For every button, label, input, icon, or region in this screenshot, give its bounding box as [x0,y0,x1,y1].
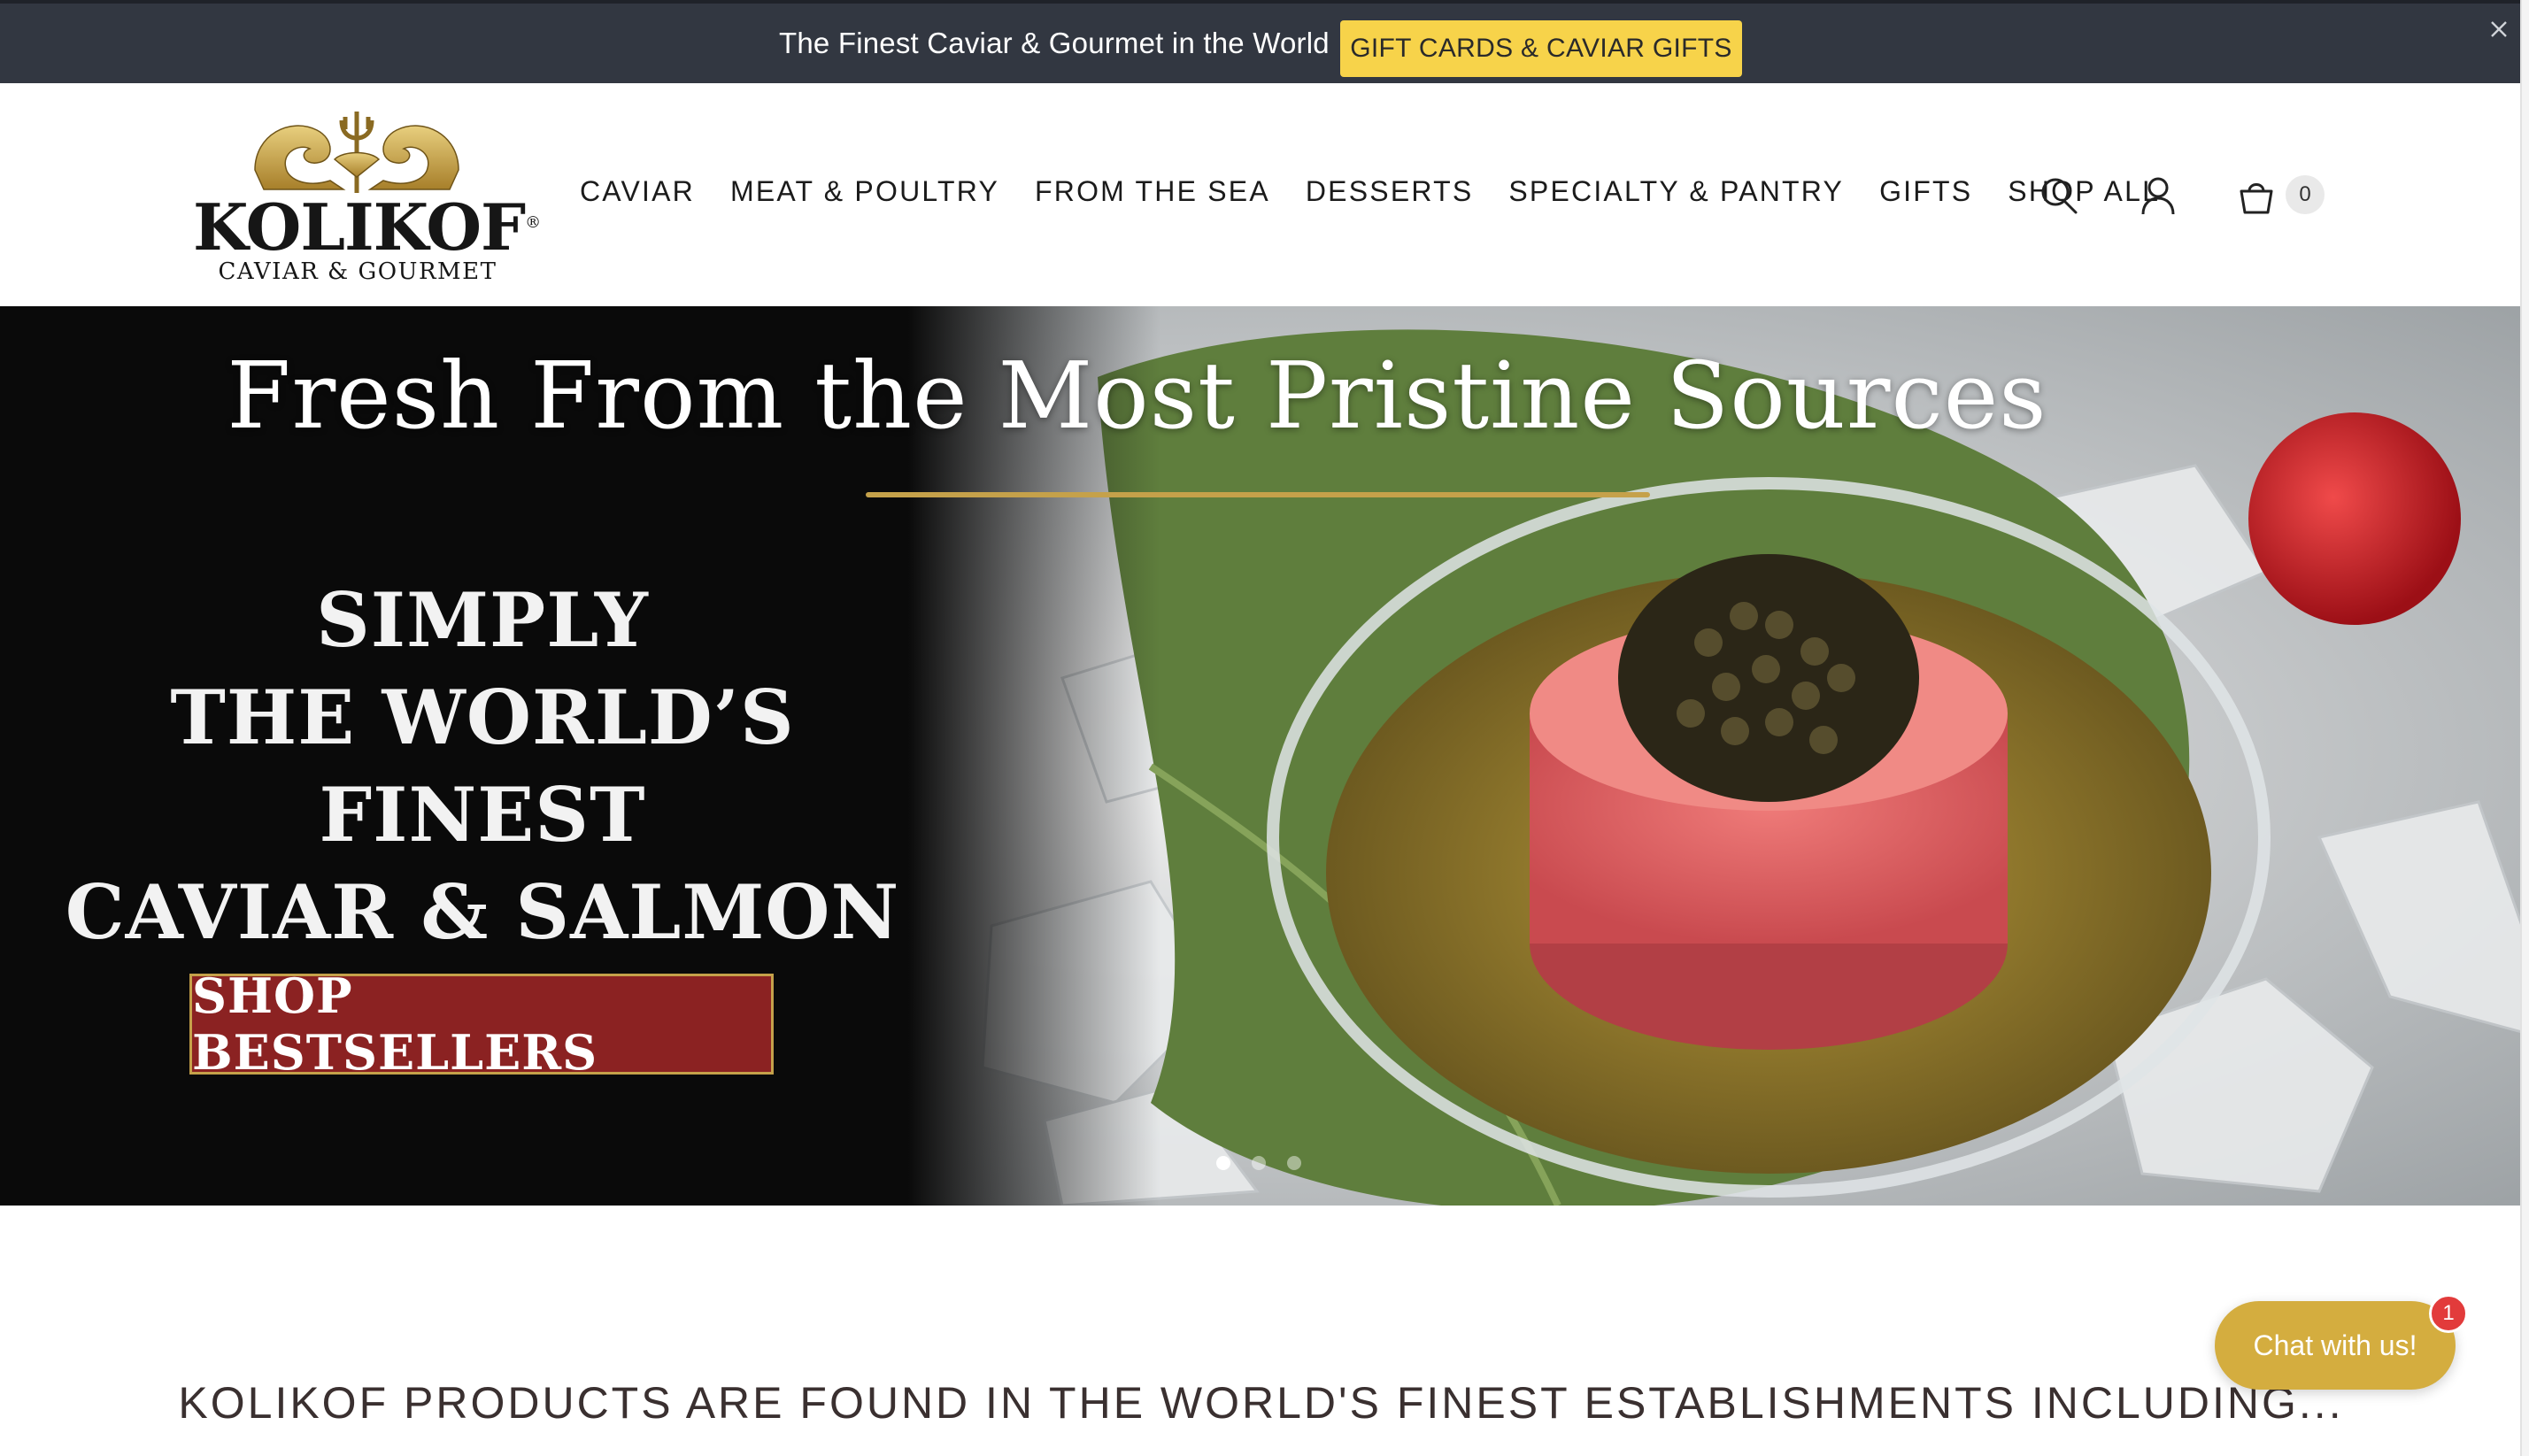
slide-dot-2[interactable] [1252,1156,1266,1170]
scrollbar-track[interactable] [2520,0,2529,1456]
nav-item-meat-poultry[interactable]: MEAT & POULTRY [730,175,999,208]
hero-title: Fresh From the Most Pristine Sources [227,342,2047,450]
chat-button[interactable]: Chat with us! [2215,1301,2456,1390]
logo-name: KOLIKOF® [193,189,541,265]
slide-indicators [1216,1156,1301,1170]
close-icon[interactable] [2484,14,2514,44]
logo-crest-icon [254,112,459,193]
logo[interactable]: KOLIKOF® CAVIAR & GOURMET [193,108,541,285]
nav-item-caviar[interactable]: CAVIAR [580,175,695,208]
nav-item-specialty-pantry[interactable]: SPECIALTY & PANTRY [1508,175,1844,208]
nav-item-desserts[interactable]: DESSERTS [1306,175,1474,208]
hero-divider [866,492,1650,497]
hero-line: SIMPLY [316,576,649,664]
slide-dot-3[interactable] [1287,1156,1301,1170]
user-icon[interactable] [2138,175,2178,216]
hero-line: THE WORLD’S FINEST [170,674,795,859]
page: The Finest Caviar & Gourmet in the World… [0,0,2522,1456]
hero-copy: SIMPLY THE WORLD’S FINEST CAVIAR & SALMO… [53,572,912,961]
shop-bestsellers-button[interactable]: SHOP BESTSELLERS [189,967,774,1081]
cart-icon[interactable] [2236,175,2277,216]
slide-dot-1[interactable] [1216,1156,1230,1170]
nav-item-gifts[interactable]: GIFTS [1879,175,1972,208]
announcement-bar: The Finest Caviar & Gourmet in the World… [0,0,2522,83]
hero-banner[interactable]: Fresh From the Most Pristine Sources SIM… [0,306,2522,1206]
site-header: KOLIKOF® CAVIAR & GOURMET CAVIAR MEAT & … [0,83,2522,306]
announcement-text: The Finest Caviar & Gourmet in the World [779,27,1330,59]
main-nav: CAVIAR MEAT & POULTRY FROM THE SEA DESSE… [580,175,2195,208]
nav-item-from-the-sea[interactable]: FROM THE SEA [1035,175,1270,208]
gift-cards-button[interactable]: GIFT CARDS & CAVIAR GIFTS [1340,20,1742,77]
logo-tagline: CAVIAR & GOURMET [218,258,497,285]
establishments-heading: KOLIKOF PRODUCTS ARE FOUND IN THE WORLD'… [178,1378,2344,1428]
cart-count-badge[interactable]: 0 [2286,175,2325,214]
hero-line: CAVIAR & SALMON [65,868,900,956]
chat-notification-badge: 1 [2429,1294,2468,1333]
search-icon[interactable] [2039,175,2079,216]
